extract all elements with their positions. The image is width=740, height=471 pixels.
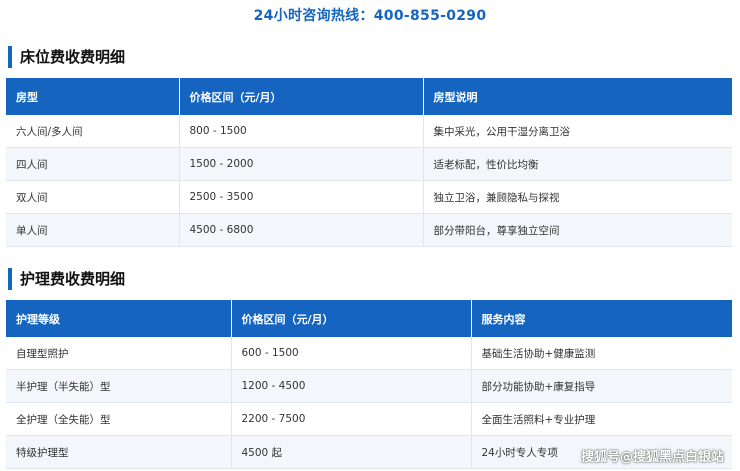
table-row: 双人间 2500 - 3500 独立卫浴，兼顾隐私与探视 [6,180,732,214]
service-cell: 全面生活照料+专业护理 [471,402,732,436]
table-row: 单人间 4500 - 6800 部分带阳台，尊享独立空间 [6,213,732,247]
price-cell: 800 - 1500 [179,115,424,148]
header-price-range: 价格区间（元/月） [179,78,424,115]
description-cell: 适老标配，性价比均衡 [423,147,732,181]
care-fee-table: 护理等级 价格区间（元/月） 服务内容 自理型照护 600 - 1500 基础生… [6,300,732,469]
header-price-range: 价格区间（元/月） [231,300,472,337]
price-cell: 4500 - 6800 [179,213,424,247]
room-type-cell: 单人间 [6,213,180,247]
header-service-content: 服务内容 [471,300,732,337]
table-header-row: 房型 价格区间（元/月） 房型说明 [6,78,732,115]
description-cell: 集中采光，公用干湿分离卫浴 [423,115,732,148]
room-type-cell: 六人间/多人间 [6,115,180,148]
price-cell: 2200 - 7500 [231,402,472,436]
header-room-type: 房型 [6,78,180,115]
table-row: 全护理（全失能）型 2200 - 7500 全面生活照料+专业护理 [6,402,732,436]
header-room-description: 房型说明 [423,78,732,115]
bed-fee-section-title: 床位费收费明细 [8,46,125,68]
table-row: 四人间 1500 - 2000 适老标配，性价比均衡 [6,147,732,181]
service-cell: 基础生活协助+健康监测 [471,337,732,370]
price-cell: 600 - 1500 [231,337,472,370]
care-level-cell: 全护理（全失能）型 [6,402,232,436]
table-row: 六人间/多人间 800 - 1500 集中采光，公用干湿分离卫浴 [6,115,732,148]
care-level-cell: 特级护理型 [6,435,232,469]
care-fee-section-title: 护理费收费明细 [8,268,125,290]
price-cell: 1500 - 2000 [179,147,424,181]
hotline-text: 24小时咨询热线：400-855-0290 [253,8,487,24]
price-cell: 1200 - 4500 [231,369,472,403]
watermark-text: 搜狐号@搜狐黑点白银站 [580,450,724,465]
price-cell: 4500 起 [231,435,472,469]
price-cell: 2500 - 3500 [179,180,424,214]
care-level-cell: 自理型照护 [6,337,232,370]
room-type-cell: 四人间 [6,147,180,181]
description-cell: 独立卫浴，兼顾隐私与探视 [423,180,732,214]
table-header-row: 护理等级 价格区间（元/月） 服务内容 [6,300,732,337]
table-row: 半护理（半失能）型 1200 - 4500 部分功能协助+康复指导 [6,369,732,403]
care-level-cell: 半护理（半失能）型 [6,369,232,403]
table-row: 自理型照护 600 - 1500 基础生活协助+健康监测 [6,337,732,370]
room-type-cell: 双人间 [6,180,180,214]
bed-fee-table: 房型 价格区间（元/月） 房型说明 六人间/多人间 800 - 1500 集中采… [6,78,732,247]
description-cell: 部分带阳台，尊享独立空间 [423,213,732,247]
service-cell: 部分功能协助+康复指导 [471,369,732,403]
header-care-level: 护理等级 [6,300,232,337]
